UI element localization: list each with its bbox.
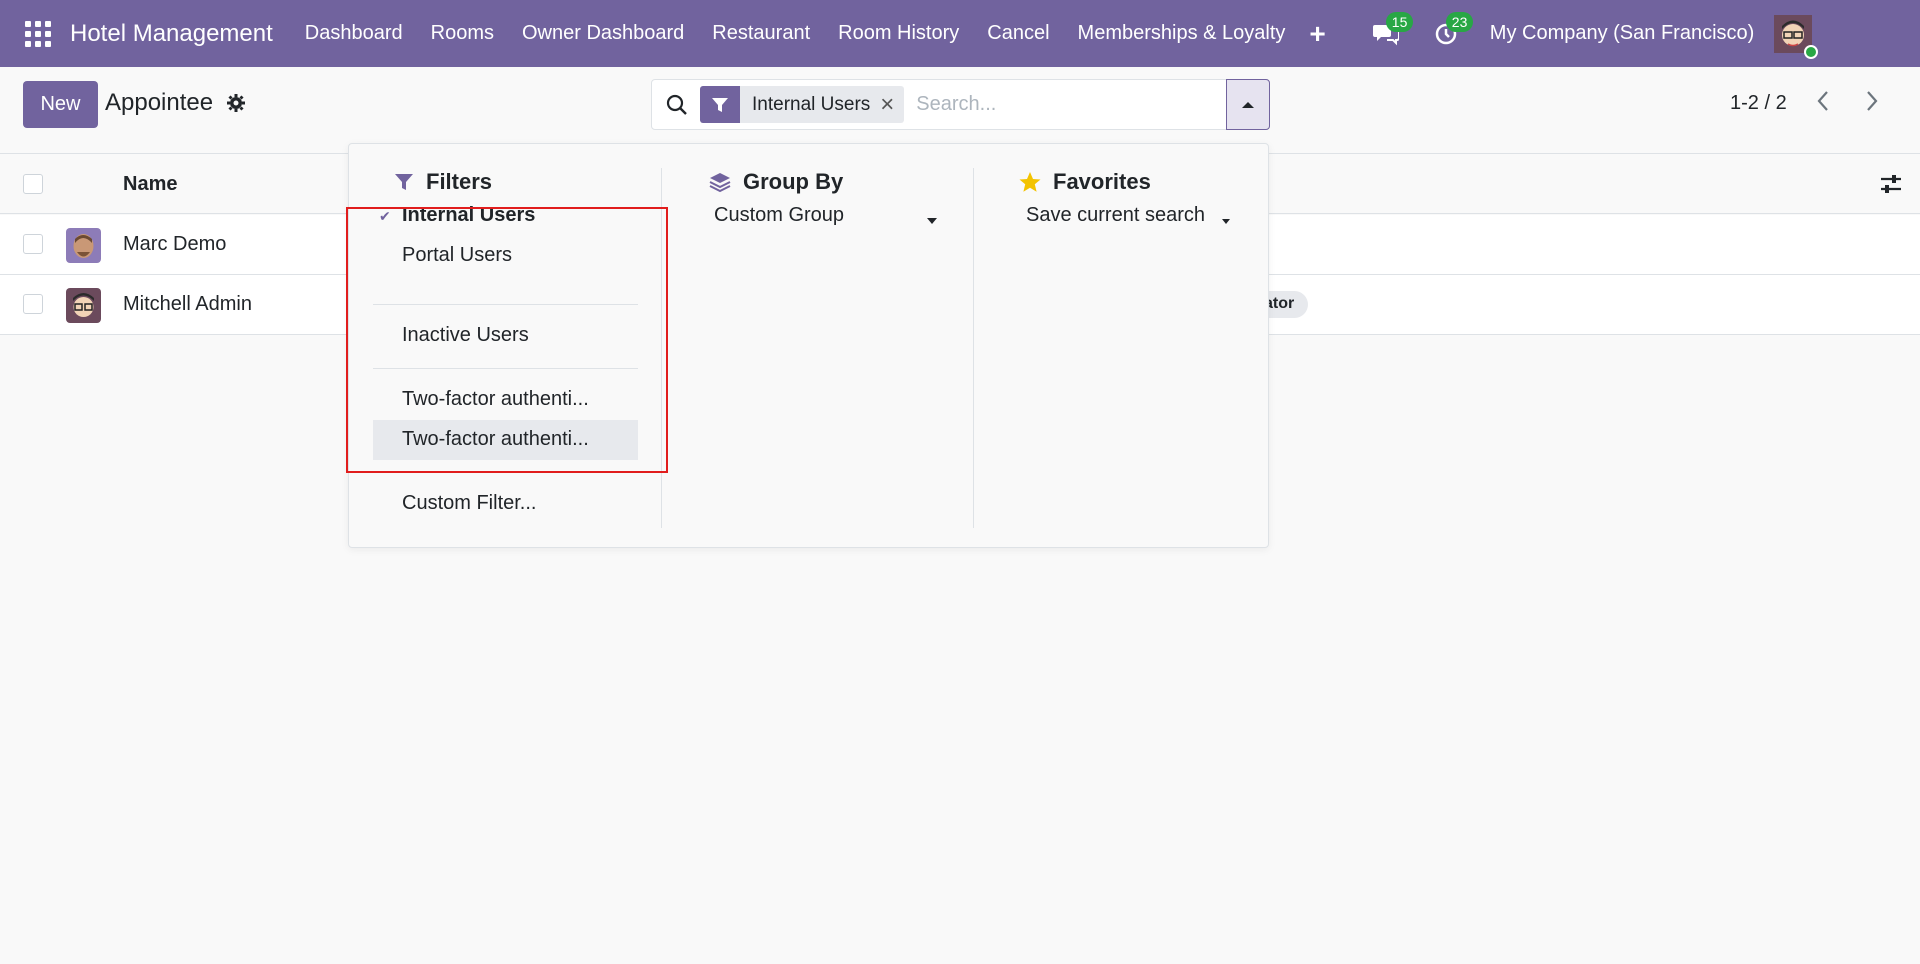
caret-down-icon[interactable] xyxy=(1221,212,1231,230)
control-panel: New Appointee Internal Users × Search...… xyxy=(0,67,1920,154)
menu-memberships-loyalty[interactable]: Memberships & Loyalty xyxy=(1064,22,1300,45)
menu-owner-dashboard[interactable]: Owner Dashboard xyxy=(508,22,698,45)
filter-portal-users[interactable]: Portal Users xyxy=(402,244,512,267)
search-bar: Internal Users × xyxy=(651,79,1270,130)
caret-up-icon xyxy=(1242,101,1254,108)
sliders-icon[interactable] xyxy=(1880,173,1902,200)
check-icon: ✔ xyxy=(379,208,391,224)
online-status-dot xyxy=(1804,44,1819,59)
activities-button[interactable]: 23 xyxy=(1430,11,1474,50)
menu-room-history[interactable]: Room History xyxy=(824,22,973,45)
star-icon xyxy=(1019,172,1041,192)
user-avatar[interactable] xyxy=(1774,14,1819,59)
search-facet-filter: Internal Users × xyxy=(700,86,905,123)
column-header-name[interactable]: Name xyxy=(123,173,177,196)
filter-icon xyxy=(395,174,413,190)
custom-filter[interactable]: Custom Filter... xyxy=(402,492,536,515)
column-divider xyxy=(661,168,662,528)
row-name: Marc Demo xyxy=(123,233,227,255)
caret-down-icon[interactable] xyxy=(926,212,938,230)
filter-two-factor-disabled[interactable]: Two-factor authenti... xyxy=(402,428,589,451)
row-name: Mitchell Admin xyxy=(123,293,252,315)
filters-divider xyxy=(373,304,638,305)
plus-icon[interactable]: + xyxy=(1309,18,1325,50)
filters-heading: Filters xyxy=(394,169,492,195)
messages-button[interactable]: 15 xyxy=(1370,11,1414,50)
layers-icon xyxy=(709,173,731,193)
filters-divider xyxy=(373,368,638,369)
menu-dashboard[interactable]: Dashboard xyxy=(291,22,417,45)
menu-cancel[interactable]: Cancel xyxy=(973,22,1063,45)
top-navbar: Hotel Management Dashboard Rooms Owner D… xyxy=(0,0,1920,67)
custom-group-select[interactable]: Custom Group xyxy=(714,204,844,227)
avatar xyxy=(66,228,101,263)
facet-label: Internal Users xyxy=(752,93,871,115)
avatar xyxy=(66,288,101,323)
row-checkbox[interactable] xyxy=(23,294,43,314)
page-title: Appointee xyxy=(105,89,214,116)
select-all-checkbox[interactable] xyxy=(23,174,43,194)
group-by-heading: Group By xyxy=(709,169,843,195)
app-brand[interactable]: Hotel Management xyxy=(70,20,273,48)
favorites-heading: Favorites xyxy=(1019,169,1151,195)
messages-count-badge: 15 xyxy=(1385,11,1414,32)
filter-icon xyxy=(700,86,740,123)
menu-rooms[interactable]: Rooms xyxy=(417,22,508,45)
filter-internal-users[interactable]: Internal Users xyxy=(402,204,535,227)
search-panel-dropdown: Filters ✔ Internal Users Portal Users In… xyxy=(348,143,1269,548)
filter-inactive-users[interactable]: Inactive Users xyxy=(402,324,529,347)
search-icon[interactable] xyxy=(666,94,688,116)
pager-value[interactable]: 1-2 / 2 xyxy=(1730,92,1787,115)
gear-icon[interactable] xyxy=(226,93,246,118)
apps-menu-icon[interactable] xyxy=(24,20,52,48)
search-input[interactable] xyxy=(916,93,1197,116)
chevron-right-icon[interactable] xyxy=(1864,89,1880,120)
close-icon[interactable]: × xyxy=(880,92,904,117)
row-checkbox[interactable] xyxy=(23,234,43,254)
search-panel-toggle[interactable] xyxy=(1226,79,1270,130)
column-divider xyxy=(973,168,974,528)
new-button[interactable]: New xyxy=(23,81,98,128)
filter-two-factor-enabled[interactable]: Two-factor authenti... xyxy=(402,388,589,411)
activities-count-badge: 23 xyxy=(1445,11,1474,32)
menu-restaurant[interactable]: Restaurant xyxy=(698,22,824,45)
save-current-search[interactable]: Save current search xyxy=(1026,204,1205,227)
chevron-left-icon[interactable] xyxy=(1815,89,1831,120)
company-switcher[interactable]: My Company (San Francisco) xyxy=(1490,22,1755,45)
